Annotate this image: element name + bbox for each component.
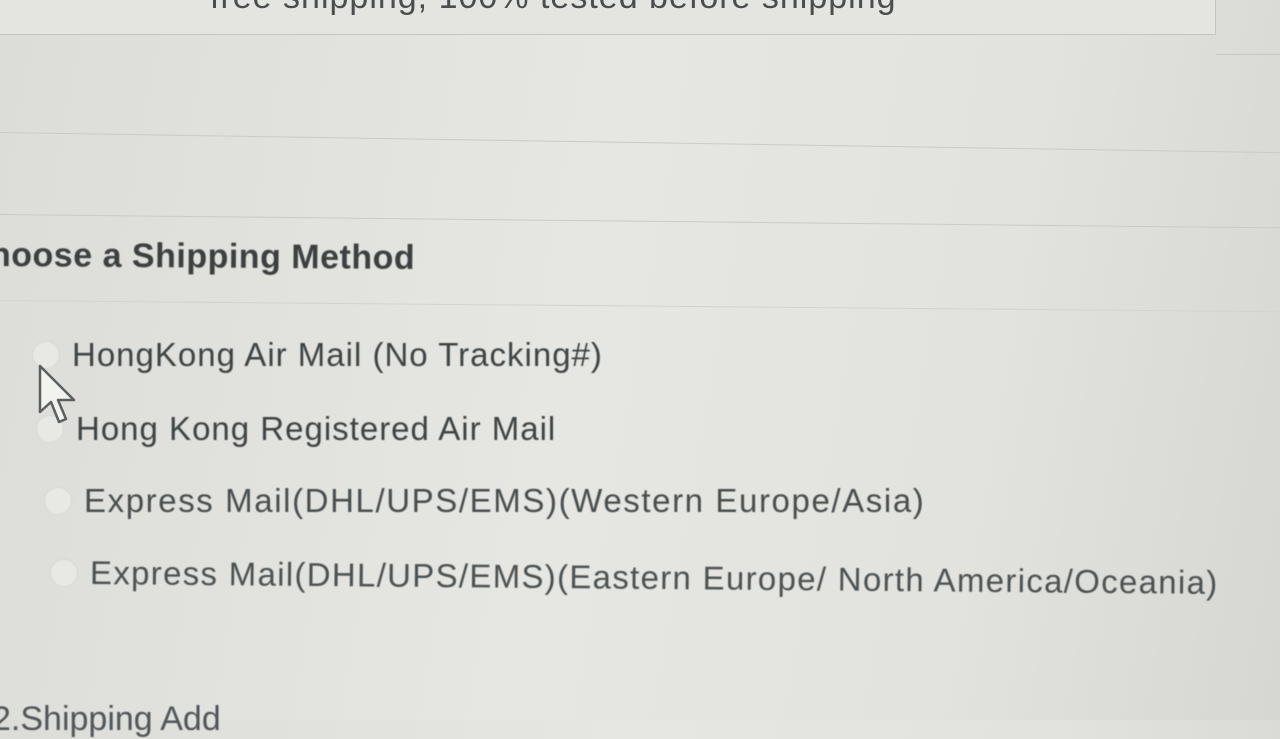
divider (0, 300, 1280, 313)
radio-button[interactable] (44, 487, 72, 515)
divider (0, 132, 1280, 154)
shipping-notice-text: free shipping, 100% tested before shippi… (210, 0, 897, 17)
shipping-method-heading: hoose a Shipping Method (0, 236, 416, 277)
shipping-option-label: Hong Kong Registered Air Mail (76, 410, 557, 447)
shipping-option-label: Express Mail(DHL/UPS/EMS)(Western Europe… (84, 482, 926, 519)
shipping-option-label: Express Mail(DHL/UPS/EMS)(Eastern Europe… (89, 554, 1219, 601)
divider (0, 214, 1280, 229)
radio-button[interactable] (50, 559, 78, 587)
mouse-pointer-icon (38, 364, 76, 424)
shipping-notice-banner: free shipping, 100% tested before shippi… (0, 0, 1216, 35)
shipping-option-express-east[interactable]: Express Mail(DHL/UPS/EMS)(Eastern Europe… (50, 554, 1219, 601)
banner-side-cell (1216, 0, 1280, 55)
shipping-option-hk-registered[interactable]: Hong Kong Registered Air Mail (36, 410, 556, 448)
shipping-option-hk-airmail[interactable]: HongKong Air Mail (No Tracking#) (32, 336, 603, 374)
shipping-option-label: HongKong Air Mail (No Tracking#) (72, 336, 603, 373)
shipping-option-express-west[interactable]: Express Mail(DHL/UPS/EMS)(Western Europe… (44, 482, 925, 520)
